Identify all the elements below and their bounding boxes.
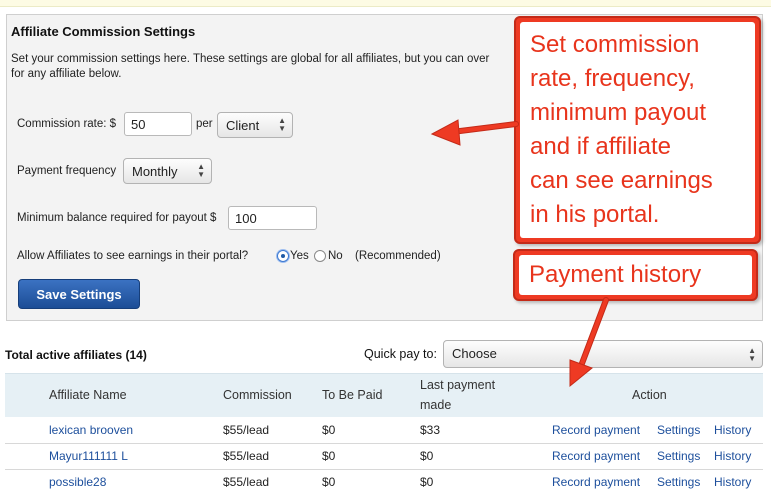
history-arrow-icon bbox=[569, 297, 609, 388]
settings-arrow-icon bbox=[430, 119, 519, 146]
annotation-arrows bbox=[430, 119, 609, 388]
